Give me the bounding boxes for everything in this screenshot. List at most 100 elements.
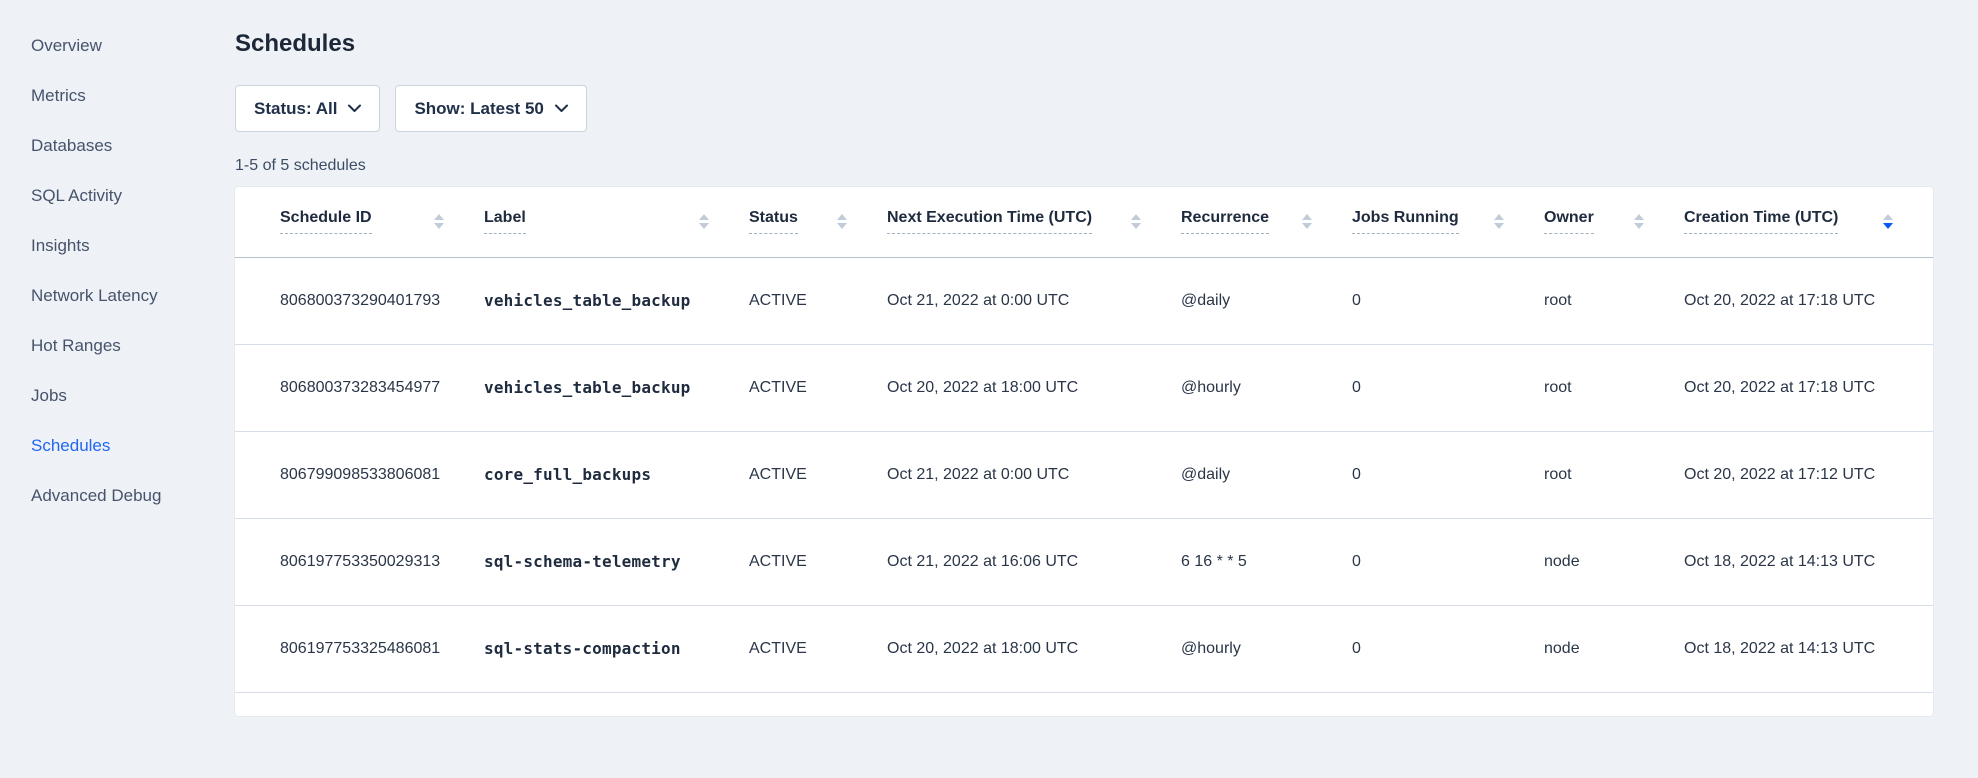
cell-next-execution-time: Oct 20, 2022 at 18:00 UTC	[887, 344, 1181, 431]
sort-arrows-icon	[434, 214, 444, 229]
cell-creation-time: Oct 18, 2022 at 14:13 UTC	[1684, 605, 1933, 692]
sort-down-arrow-icon	[1634, 223, 1644, 229]
sort-down-arrow-icon	[1494, 223, 1504, 229]
cell-creation-time: Oct 20, 2022 at 17:12 UTC	[1684, 431, 1933, 518]
sort-down-arrow-icon	[434, 223, 444, 229]
cell-status: ACTIVE	[749, 605, 887, 692]
column-header-label: Creation Time (UTC)	[1684, 209, 1838, 234]
cell-owner: root	[1544, 257, 1684, 344]
cell-creation-time: Oct 18, 2022 at 14:13 UTC	[1684, 518, 1933, 605]
sidebar-item-advanced-debug[interactable]: Advanced Debug	[0, 471, 210, 521]
cell-next-execution-time: Oct 21, 2022 at 0:00 UTC	[887, 431, 1181, 518]
cell-next-execution-time: Oct 21, 2022 at 0:00 UTC	[887, 257, 1181, 344]
status-filter-label: Status: All	[254, 99, 337, 119]
sidebar-item-hot-ranges[interactable]: Hot Ranges	[0, 321, 210, 371]
table-header-row: Schedule ID Label Status Next Execution …	[235, 187, 1933, 257]
sort-arrows-icon	[1131, 214, 1141, 229]
column-header-next-execution-time-utc[interactable]: Next Execution Time (UTC)	[887, 187, 1181, 257]
sort-down-arrow-icon	[1883, 223, 1893, 229]
column-header-label: Next Execution Time (UTC)	[887, 209, 1092, 234]
main-content: Schedules Status: All Show: Latest 50 1-…	[235, 0, 1933, 716]
schedules-table: Schedule ID Label Status Next Execution …	[235, 187, 1933, 693]
cell-status: ACTIVE	[749, 257, 887, 344]
column-header-label: Status	[749, 209, 798, 234]
sidebar-item-overview[interactable]: Overview	[0, 21, 210, 71]
cell-next-execution-time: Oct 21, 2022 at 16:06 UTC	[887, 518, 1181, 605]
cell-jobs-running: 0	[1352, 257, 1544, 344]
sidebar-item-insights[interactable]: Insights	[0, 221, 210, 271]
sidebar-item-sql-activity[interactable]: SQL Activity	[0, 171, 210, 221]
sidebar-nav: OverviewMetricsDatabasesSQL ActivityInsi…	[0, 0, 210, 521]
sort-arrows-icon	[1634, 214, 1644, 229]
column-header-label[interactable]: Label	[484, 187, 749, 257]
cell-schedule-id: 806800373283454977	[235, 344, 484, 431]
cell-jobs-running: 0	[1352, 344, 1544, 431]
cell-status: ACTIVE	[749, 431, 887, 518]
cell-schedule-id: 806197753350029313	[235, 518, 484, 605]
cell-recurrence: @hourly	[1181, 605, 1352, 692]
column-header-owner[interactable]: Owner	[1544, 187, 1684, 257]
column-header-creation-time-utc[interactable]: Creation Time (UTC)	[1684, 187, 1933, 257]
sidebar-item-jobs[interactable]: Jobs	[0, 371, 210, 421]
show-latest-filter-label: Show: Latest 50	[414, 99, 543, 119]
schedules-page: OverviewMetricsDatabasesSQL ActivityInsi…	[0, 0, 1978, 778]
sort-down-arrow-icon	[1131, 223, 1141, 229]
column-header-schedule-id[interactable]: Schedule ID	[235, 187, 484, 257]
sidebar-item-schedules[interactable]: Schedules	[0, 421, 210, 471]
cell-owner: node	[1544, 518, 1684, 605]
chevron-down-icon	[348, 104, 361, 113]
sort-up-arrow-icon	[434, 214, 444, 220]
table-row: 806800373283454977vehicles_table_backupA…	[235, 344, 1933, 431]
cell-schedule-id: 806197753325486081	[235, 605, 484, 692]
filter-bar: Status: All Show: Latest 50	[235, 85, 1933, 132]
sort-down-arrow-icon	[699, 223, 709, 229]
status-filter-dropdown[interactable]: Status: All	[235, 85, 380, 132]
sort-up-arrow-icon	[1302, 214, 1312, 220]
sort-arrows-icon	[837, 214, 847, 229]
column-header-label: Jobs Running	[1352, 209, 1459, 234]
cell-recurrence: @daily	[1181, 257, 1352, 344]
column-header-jobs-running[interactable]: Jobs Running	[1352, 187, 1544, 257]
table-row: 806197753350029313sql-schema-telemetryAC…	[235, 518, 1933, 605]
cell-recurrence: 6 16 * * 5	[1181, 518, 1352, 605]
sort-up-arrow-icon	[1494, 214, 1504, 220]
cell-recurrence: @hourly	[1181, 344, 1352, 431]
sidebar-item-metrics[interactable]: Metrics	[0, 71, 210, 121]
chevron-down-icon	[555, 104, 568, 113]
column-header-label: Label	[484, 209, 526, 234]
cell-status: ACTIVE	[749, 344, 887, 431]
schedules-table-card: Schedule ID Label Status Next Execution …	[235, 187, 1933, 716]
cell-owner: root	[1544, 431, 1684, 518]
cell-jobs-running: 0	[1352, 518, 1544, 605]
sort-arrows-icon	[1302, 214, 1312, 229]
table-row: 806799098533806081core_full_backupsACTIV…	[235, 431, 1933, 518]
sort-up-arrow-icon	[837, 214, 847, 220]
cell-schedule-id: 806800373290401793	[235, 257, 484, 344]
sort-up-arrow-icon	[1131, 214, 1141, 220]
sidebar-item-network-latency[interactable]: Network Latency	[0, 271, 210, 321]
sort-arrows-icon	[1883, 214, 1893, 229]
table-row: 806197753325486081sql-stats-compactionAC…	[235, 605, 1933, 692]
cell-jobs-running: 0	[1352, 605, 1544, 692]
sort-up-arrow-icon	[1634, 214, 1644, 220]
column-header-recurrence[interactable]: Recurrence	[1181, 187, 1352, 257]
sort-arrows-icon	[1494, 214, 1504, 229]
sort-arrows-icon	[699, 214, 709, 229]
column-header-label: Owner	[1544, 209, 1594, 234]
cell-creation-time: Oct 20, 2022 at 17:18 UTC	[1684, 257, 1933, 344]
sort-down-arrow-icon	[1302, 223, 1312, 229]
cell-label: sql-stats-compaction	[484, 605, 749, 692]
cell-status: ACTIVE	[749, 518, 887, 605]
page-title: Schedules	[235, 0, 1933, 58]
cell-owner: node	[1544, 605, 1684, 692]
sort-down-arrow-icon	[837, 223, 847, 229]
column-header-label: Schedule ID	[280, 209, 372, 234]
column-header-status[interactable]: Status	[749, 187, 887, 257]
cell-owner: root	[1544, 344, 1684, 431]
show-latest-filter-dropdown[interactable]: Show: Latest 50	[395, 85, 586, 132]
table-row: 806800373290401793vehicles_table_backupA…	[235, 257, 1933, 344]
cell-next-execution-time: Oct 20, 2022 at 18:00 UTC	[887, 605, 1181, 692]
sidebar-item-databases[interactable]: Databases	[0, 121, 210, 171]
cell-label: sql-schema-telemetry	[484, 518, 749, 605]
sort-up-arrow-icon	[699, 214, 709, 220]
